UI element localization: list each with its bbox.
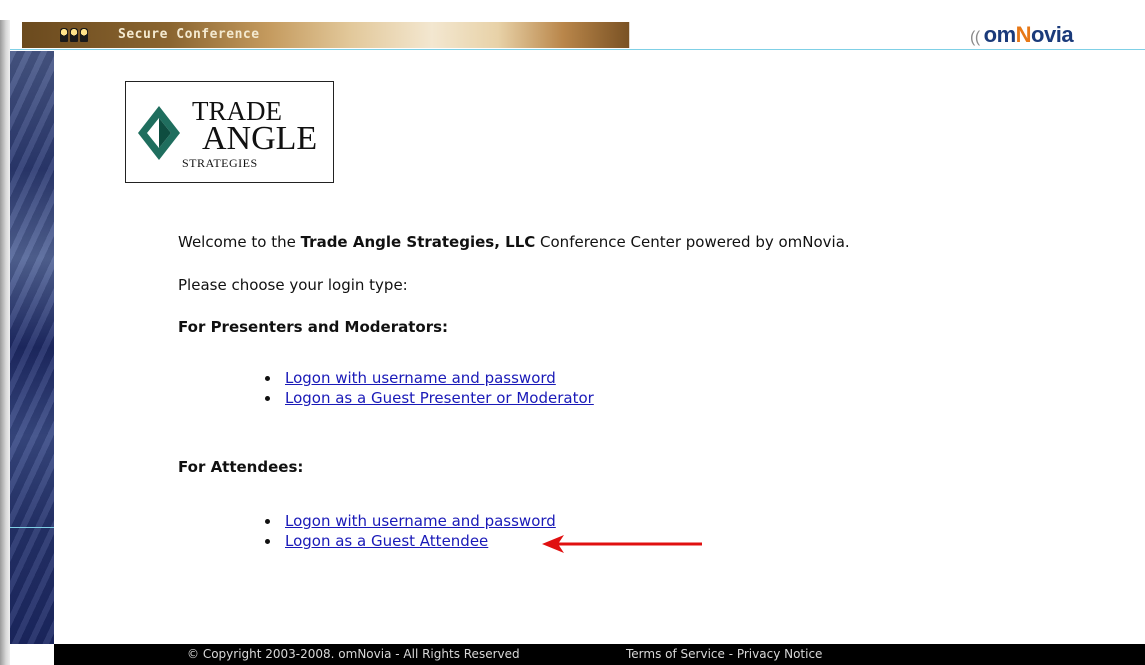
list-item: Logon with username and password [258, 511, 556, 531]
company-logo: TRADE ANGLE STRATEGIES [125, 81, 334, 183]
list-item: Logon as a Guest Presenter or Moderator [258, 388, 594, 408]
list-item: Logon with username and password [258, 368, 594, 388]
banner-graphic: Secure Conference [22, 22, 842, 48]
company-name: Trade Angle Strategies, LLC [300, 233, 536, 251]
attendees-heading: For Attendees: [178, 458, 304, 476]
red-arrow-left-icon [542, 535, 702, 553]
window-frame-left [0, 0, 10, 665]
guest-presenter-logon-link[interactable]: Logon as a Guest Presenter or Moderator [285, 389, 594, 407]
attendee-logon-username-link[interactable]: Logon with username and password [285, 512, 556, 530]
footer-bar: © Copyright 2003-2008. omNovia - All Rig… [54, 644, 1145, 665]
window-frame-top [0, 0, 1145, 20]
logo-text-strategies: STRATEGIES [182, 156, 258, 170]
guest-attendee-logon-link[interactable]: Logon as a Guest Attendee [285, 532, 488, 550]
conference-title: Secure Conference [118, 27, 260, 42]
signal-waves-icon: (( [970, 29, 980, 46]
omnovia-logo: ((omNovia [970, 22, 1074, 47]
logo-text-angle: ANGLE [202, 120, 318, 157]
terms-privacy-link[interactable]: Terms of Service - Privacy Notice [626, 644, 822, 665]
presenters-link-list: Logon with username and password Logon a… [258, 368, 594, 408]
header-banner: Secure Conference ((omNovia [10, 20, 1145, 50]
people-group-icon [60, 28, 88, 42]
login-type-prompt: Please choose your login type: [178, 276, 408, 294]
list-item: Logon as a Guest Attendee [258, 531, 556, 551]
presenter-logon-username-link[interactable]: Logon with username and password [285, 369, 556, 387]
attendees-link-list: Logon with username and password Logon a… [258, 511, 556, 551]
side-decoration [10, 51, 54, 644]
diamond-logo-icon [138, 106, 180, 160]
presenters-heading: For Presenters and Moderators: [178, 318, 449, 336]
side-divider [10, 527, 54, 528]
copyright-text: © Copyright 2003-2008. omNovia - All Rig… [187, 647, 520, 661]
welcome-message: Welcome to the Trade Angle Strategies, L… [178, 233, 850, 251]
